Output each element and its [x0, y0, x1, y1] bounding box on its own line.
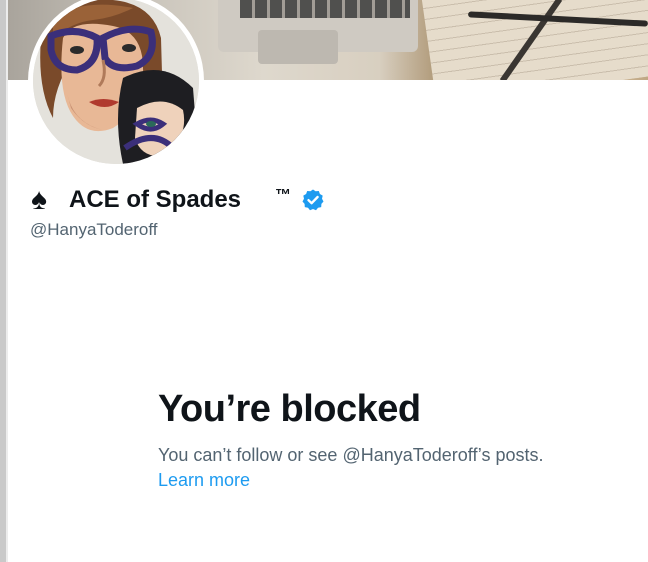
blocked-description: You can’t follow or see @HanyaToderoff’s…	[158, 445, 544, 465]
profile-name-row: ♠ ACE of Spades ™	[31, 184, 351, 216]
banner-notebook-graphic	[421, 0, 648, 80]
display-name: ACE of Spades	[69, 186, 242, 213]
blocked-title: You’re blocked	[158, 388, 421, 430]
learn-more-link[interactable]: Learn more	[158, 469, 250, 491]
verified-badge-icon[interactable]	[301, 188, 325, 212]
trademark-symbol: ™	[275, 187, 291, 204]
spade-icon: ♠	[31, 183, 47, 216]
banner-trackpad-graphic	[258, 30, 338, 64]
avatar-image	[33, 0, 199, 164]
profile-avatar[interactable]	[28, 0, 204, 169]
left-border	[0, 0, 8, 562]
profile-handle: @HanyaToderoff	[30, 220, 158, 239]
